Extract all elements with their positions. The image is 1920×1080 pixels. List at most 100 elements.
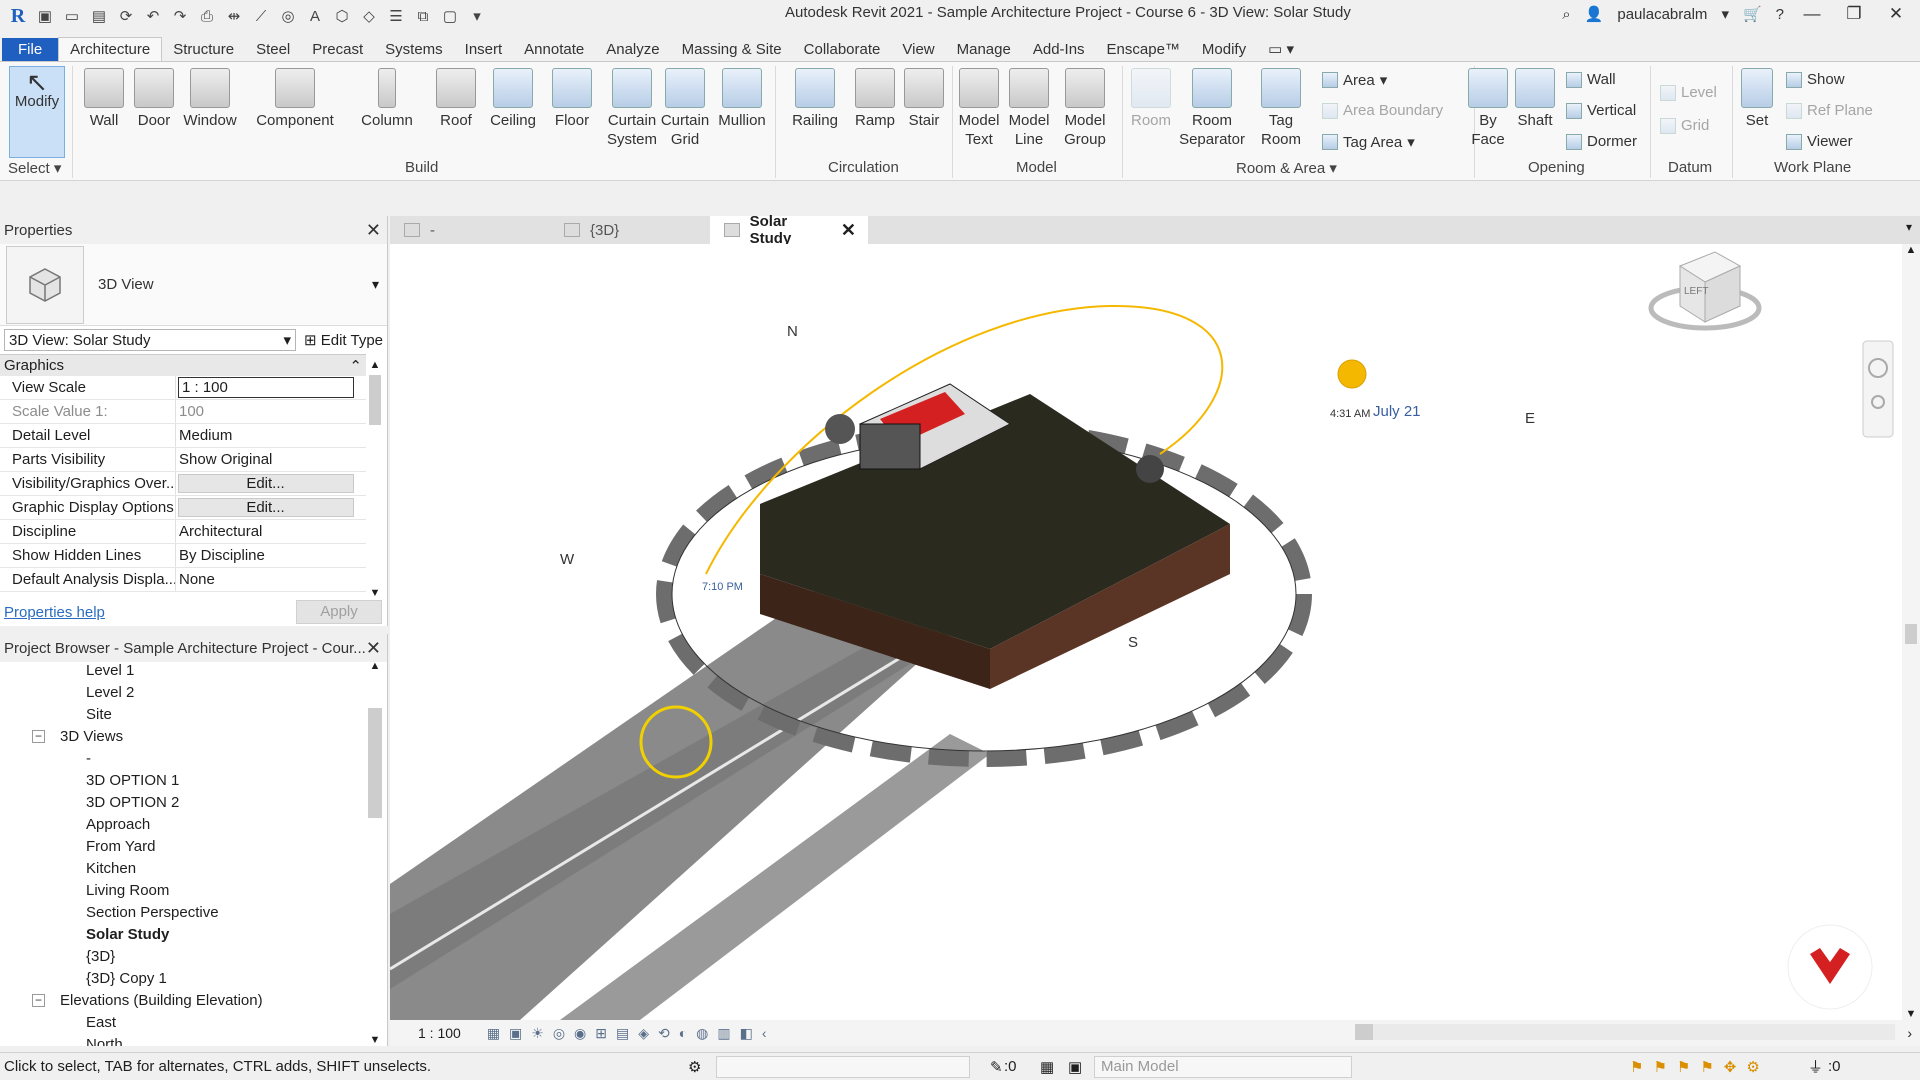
curtain-system-button[interactable]: Curtain System — [604, 68, 660, 149]
tab-precast[interactable]: Precast — [301, 38, 374, 62]
switch-windows-icon[interactable]: ▢ — [440, 6, 460, 26]
tab-file[interactable]: File — [2, 38, 59, 62]
panel-select-label[interactable]: Select ▾ — [8, 159, 61, 177]
model-group-button[interactable]: Model Group — [1060, 68, 1110, 149]
wall-button[interactable]: Wall — [82, 68, 126, 130]
tree-item[interactable]: Approach — [86, 816, 150, 833]
graphic-display-edit-button[interactable]: Edit... — [178, 498, 354, 517]
hidden-lines-value[interactable]: By Discipline — [176, 544, 366, 567]
graphics-group-header[interactable]: Graphics ⌃ — [0, 354, 366, 376]
grid-button[interactable]: Grid — [1660, 117, 1709, 134]
wall-opening-button[interactable]: Wall — [1566, 71, 1616, 88]
vertical-opening-button[interactable]: Vertical — [1566, 102, 1636, 119]
type-selector[interactable]: 3D View ▾ — [0, 244, 387, 326]
section-icon[interactable]: ◇ — [359, 6, 379, 26]
set-work-plane-button[interactable]: Set — [1738, 68, 1776, 130]
dormer-button[interactable]: Dormer — [1566, 133, 1637, 150]
stair-button[interactable]: Stair — [904, 68, 944, 130]
binoculars-icon[interactable]: ⌕ — [1562, 6, 1570, 23]
home-icon[interactable]: ▣ — [35, 6, 55, 26]
close-properties-icon[interactable]: ✕ — [366, 220, 381, 241]
type-dropdown-icon[interactable]: ▾ — [372, 276, 387, 293]
tab-enscape[interactable]: Enscape™ — [1096, 38, 1191, 62]
collapse-node-icon[interactable]: − — [32, 730, 45, 743]
restore-icon[interactable]: ❐ — [1840, 4, 1868, 24]
customize-toolbar-icon[interactable]: ▾ — [467, 6, 487, 26]
detail-level-value[interactable]: Medium — [176, 424, 366, 447]
thin-lines-icon[interactable]: ☰ — [386, 6, 406, 26]
tab-manage[interactable]: Manage — [946, 38, 1022, 62]
analysis-display-value[interactable]: None — [176, 568, 366, 591]
close-browser-icon[interactable]: ✕ — [366, 638, 381, 659]
floor-button[interactable]: Floor — [550, 68, 594, 130]
cart-icon[interactable]: 🛒 — [1743, 5, 1762, 23]
model-text-button[interactable]: Model Text — [954, 68, 1004, 149]
view-cube[interactable]: LEFT — [1648, 251, 1762, 331]
tab-insert[interactable]: Insert — [454, 38, 514, 62]
model-line-button[interactable]: Model Line — [1006, 68, 1052, 149]
mullion-button[interactable]: Mullion — [714, 68, 770, 130]
redo-icon[interactable]: ↷ — [170, 6, 190, 26]
tab-massing-site[interactable]: Massing & Site — [671, 38, 793, 62]
discipline-value[interactable]: Architectural — [176, 520, 366, 543]
curtain-grid-button[interactable]: Curtain Grid — [660, 68, 710, 149]
level-button[interactable]: Level — [1660, 84, 1717, 101]
tree-item-solar-study[interactable]: Solar Study — [86, 926, 169, 943]
apply-button[interactable]: Apply — [296, 600, 382, 624]
ramp-button[interactable]: Ramp — [852, 68, 898, 130]
viewport-scrollbar[interactable]: ▲ ▼ — [1902, 244, 1920, 1020]
tab-systems[interactable]: Systems — [374, 38, 454, 62]
default-3d-view-icon[interactable]: ⬡ — [332, 6, 352, 26]
tree-item[interactable]: Living Room — [86, 882, 169, 899]
railing-button[interactable]: Railing — [786, 68, 844, 130]
view-tab-3d[interactable]: {3D} — [550, 216, 710, 244]
3d-viewport[interactable]: N E S W July 21 4:31 AM 7:10 PM LEFT — [390, 244, 1902, 1020]
tab-architecture[interactable]: Architecture — [58, 37, 163, 62]
tab-annotate[interactable]: Annotate — [513, 38, 595, 62]
roof-button[interactable]: Roof — [434, 68, 478, 130]
edit-type-button[interactable]: ⊞ Edit Type — [304, 331, 383, 349]
panel-room-area-label[interactable]: Room & Area ▾ — [1236, 159, 1337, 177]
tree-item-elevations[interactable]: Elevations (Building Elevation) — [60, 992, 263, 1009]
filter-icon[interactable]: ⏚ — [1808, 1056, 1823, 1077]
room-separator-button[interactable]: Room Separator — [1176, 68, 1248, 149]
tree-item[interactable]: Section Perspective — [86, 904, 219, 921]
area-button[interactable]: Area ▾ — [1322, 71, 1387, 89]
user-icon[interactable]: 👤 — [1585, 5, 1604, 23]
help-icon[interactable]: ? — [1776, 6, 1784, 23]
workset-selector[interactable] — [716, 1056, 970, 1078]
tab-steel[interactable]: Steel — [245, 38, 301, 62]
revit-logo-icon[interactable]: R — [8, 5, 28, 27]
tree-item[interactable]: {3D} Copy 1 — [86, 970, 167, 987]
tree-item[interactable]: Level 2 — [86, 684, 134, 701]
measure-icon[interactable]: ⇹ — [224, 6, 244, 26]
tab-analyze[interactable]: Analyze — [595, 38, 670, 62]
properties-scrollbar[interactable]: ▲ ▼ — [367, 359, 383, 599]
view-scale-control[interactable]: 1 : 100 — [418, 1025, 461, 1041]
window-button[interactable]: Window — [180, 68, 240, 130]
tree-item[interactable]: East — [86, 1014, 116, 1031]
ribbon-display-toggle-icon[interactable]: ▭ ▾ — [1257, 37, 1305, 62]
tag-area-button[interactable]: Tag Area ▾ — [1322, 133, 1415, 151]
tree-item[interactable]: - — [86, 750, 91, 767]
tree-item[interactable]: 3D OPTION 2 — [86, 794, 179, 811]
tree-item[interactable]: {3D} — [86, 948, 115, 965]
user-menu-chevron-icon[interactable]: ▾ — [1721, 5, 1729, 23]
show-work-plane-button[interactable]: Show — [1786, 71, 1845, 88]
editable-only-icon[interactable]: ✎ — [990, 1058, 1003, 1076]
save-icon[interactable]: ▤ — [89, 6, 109, 26]
tag-room-button[interactable]: Tag Room — [1256, 68, 1306, 149]
close-tab-icon[interactable]: ✕ — [841, 220, 856, 241]
tree-item[interactable]: North — [86, 1036, 123, 1046]
tree-item[interactable]: Kitchen — [86, 860, 136, 877]
aligned-dimension-icon[interactable]: ⟋ — [251, 6, 271, 26]
view-scale-input[interactable]: 1 : 100 — [178, 377, 354, 398]
design-options-icon[interactable]: ▦ — [1040, 1058, 1054, 1076]
parts-visibility-value[interactable]: Show Original — [176, 448, 366, 471]
tab-menu-chevron-icon[interactable]: ▾ — [1898, 216, 1920, 244]
tree-item[interactable]: Site — [86, 706, 112, 723]
view-tab-dash[interactable]: - — [390, 216, 550, 244]
browser-scrollbar[interactable]: ▲ ▼ — [367, 660, 383, 1046]
view-tab-solar-study[interactable]: Solar Study ✕ — [710, 213, 868, 247]
horizontal-scrollbar[interactable] — [1355, 1024, 1895, 1040]
